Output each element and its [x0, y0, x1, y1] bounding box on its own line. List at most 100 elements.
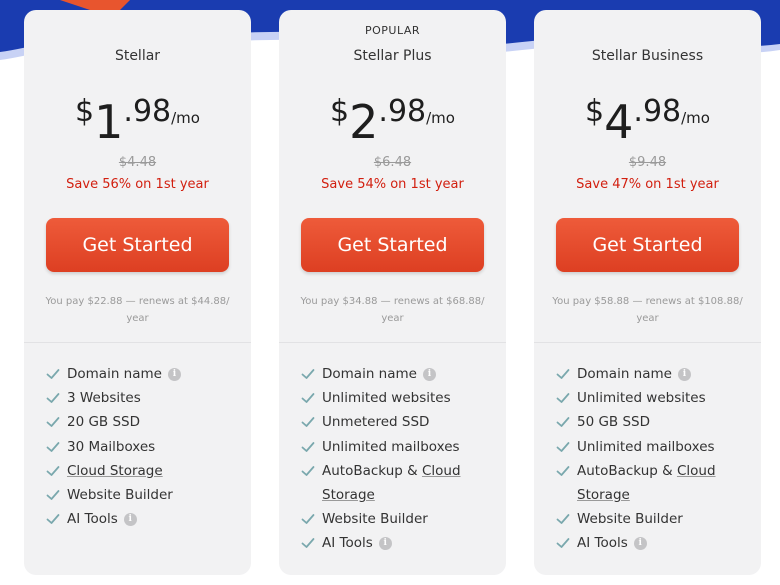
feature-label: AutoBackup & — [322, 462, 422, 479]
original-price: $4.48 — [118, 155, 157, 170]
feature-label: AI Tools — [322, 535, 373, 552]
feature-label: 50 GB SSD — [577, 414, 651, 431]
feature-item: Unlimited websites — [301, 386, 496, 410]
feature-item: Domain name i — [556, 362, 751, 386]
feature-label: 20 GB SSD — [67, 414, 141, 431]
card-divider — [534, 342, 761, 343]
feature-item: Domain name i — [301, 362, 496, 386]
plan-card-stellar: Stellar $ 1 .98 /mo $4.48 Save 56% on 1s… — [24, 10, 251, 575]
price-dollars: 1 — [94, 95, 124, 149]
get-started-button[interactable]: Get Started — [556, 218, 739, 272]
checkmark-icon — [556, 441, 570, 452]
feature-list: Domain name i 3 Websites 20 GB SSD 30 Mailbo… — [46, 362, 241, 531]
feature-label: Unlimited mailboxes — [577, 438, 715, 455]
feature-item: 50 GB SSD — [556, 410, 751, 434]
price-currency: $ — [330, 94, 350, 129]
price-currency: $ — [75, 94, 95, 129]
info-icon[interactable]: i — [378, 537, 392, 551]
feature-list: Domain name i Unlimited websites Unmetered … — [301, 362, 496, 556]
renewal-note: You pay $22.88 — renews at $44.88/ year — [45, 296, 230, 324]
feature-item: Unlimited websites — [556, 386, 751, 410]
feature-label: Unmetered SSD — [322, 414, 430, 431]
feature-label: Domain name — [67, 366, 162, 382]
checkmark-icon — [46, 393, 60, 404]
checkmark-icon — [46, 417, 60, 428]
price-cents: .98 — [123, 94, 172, 129]
checkmark-icon — [46, 441, 60, 452]
feature-label: Unlimited websites — [577, 390, 706, 407]
info-icon[interactable]: i — [167, 368, 181, 381]
feature-item: AI Tools i — [301, 531, 496, 555]
checkmark-icon — [301, 417, 315, 428]
feature-item: AI Tools i — [556, 531, 751, 555]
feature-item: 3 Websites — [46, 386, 241, 410]
price-dollars: 2 — [349, 95, 379, 149]
feature-item: Website Builder — [556, 507, 751, 531]
card-divider — [24, 342, 251, 343]
feature-item: AutoBackup & Cloud Storage — [301, 459, 496, 507]
checkmark-icon — [46, 465, 60, 476]
feature-item: AI Tools i — [46, 507, 241, 531]
info-icon[interactable]: i — [677, 368, 691, 381]
get-started-button[interactable]: Get Started — [46, 218, 229, 272]
price-cents: .98 — [378, 94, 427, 129]
feature-item: 30 Mailboxes — [46, 435, 241, 459]
checkmark-icon — [301, 369, 315, 379]
discount-text: Save 54% on 1st year — [321, 177, 464, 192]
price-currency: $ — [585, 94, 605, 129]
feature-label: Unlimited mailboxes — [322, 438, 460, 455]
feature-item: Website Builder — [46, 483, 241, 507]
price-cents: .98 — [633, 94, 682, 129]
feature-label: AI Tools — [67, 511, 118, 528]
plan-card-stellar-business: Stellar Business $ 4 .98 /mo $9.48 Save … — [534, 10, 761, 575]
checkmark-icon — [301, 538, 315, 549]
checkmark-icon — [46, 490, 60, 500]
feature-label: Website Builder — [577, 511, 683, 528]
checkmark-icon — [556, 417, 570, 428]
get-started-button[interactable]: Get Started — [301, 218, 484, 272]
plan-price: $ 1 .98 /mo — [24, 88, 251, 148]
checkmark-icon — [556, 393, 570, 404]
info-icon[interactable]: i — [422, 368, 436, 381]
feature-item: 20 GB SSD — [46, 410, 241, 434]
checkmark-icon — [46, 369, 60, 379]
feature-label: AI Tools — [577, 535, 628, 552]
info-icon[interactable]: i — [123, 513, 137, 527]
checkmark-icon — [301, 514, 315, 525]
feature-item: Website Builder — [301, 507, 496, 531]
feature-item: Domain name i — [46, 362, 241, 386]
feature-item: Unmetered SSD — [301, 410, 496, 434]
plan-price: $ 4 .98 /mo — [534, 88, 761, 148]
checkmark-icon — [301, 393, 315, 404]
plan-name: Stellar Plus — [353, 48, 432, 64]
renewal-note: You pay $58.88 — renews at $108.88/ year — [552, 296, 743, 324]
feature-item: Unlimited mailboxes — [301, 435, 496, 459]
info-icon[interactable]: i — [633, 537, 647, 551]
checkmark-icon — [301, 441, 315, 452]
price-period: /mo — [171, 109, 200, 127]
popular-badge: POPULAR — [364, 24, 421, 37]
cloud-storage-link[interactable]: Cloud Storage — [67, 463, 163, 479]
feature-item: AutoBackup & Cloud Storage — [556, 459, 751, 507]
plan-name: Stellar Business — [591, 48, 704, 64]
plan-price: $ 2 .98 /mo — [279, 88, 506, 148]
discount-text: Save 47% on 1st year — [576, 177, 719, 192]
checkmark-icon — [46, 514, 60, 525]
feature-label: Unlimited websites — [322, 390, 451, 407]
feature-label: Website Builder — [322, 511, 428, 528]
price-period: /mo — [681, 109, 710, 127]
plan-card-stellar-plus: POPULAR Stellar Plus $ 2 .98 /mo $6.48 S… — [279, 10, 506, 575]
discount-text: Save 56% on 1st year — [66, 177, 209, 192]
original-price: $9.48 — [628, 155, 667, 170]
feature-label: Domain name — [322, 366, 417, 382]
card-divider — [279, 342, 506, 343]
feature-list: Domain name i Unlimited websites 50 GB SSD U… — [556, 362, 751, 556]
feature-label: AutoBackup & — [577, 462, 677, 479]
feature-item: Cloud Storage — [46, 459, 241, 483]
plan-name: Stellar — [114, 48, 161, 64]
original-price: $6.48 — [373, 155, 412, 170]
price-dollars: 4 — [604, 95, 634, 149]
price-period: /mo — [426, 109, 455, 127]
feature-label: 3 Websites — [67, 390, 141, 407]
checkmark-icon — [301, 465, 315, 476]
